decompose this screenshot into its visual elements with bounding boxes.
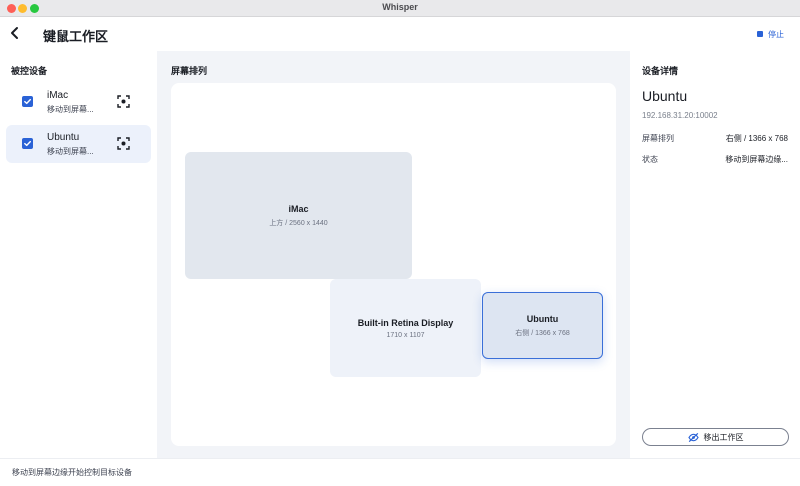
- screen-resolution: 上方 / 2560 x 1440: [269, 219, 328, 227]
- device-name: iMac: [47, 90, 69, 101]
- device-status: 移动到屏幕...: [47, 105, 94, 114]
- controlled-devices-panel: 被控设备 iMac 移动到屏幕... Ubuntu 移动到屏幕...: [0, 51, 157, 458]
- page-header: 键鼠工作区 停止: [0, 17, 800, 51]
- arrangement-canvas: iMac 上方 / 2560 x 1440 Built-in Retina Di…: [171, 83, 616, 446]
- sidebar-title: 被控设备: [11, 66, 48, 76]
- detail-value-arrangement: 右侧 / 1366 x 768: [725, 134, 788, 143]
- details-title: 设备详情: [642, 66, 679, 76]
- screen-tile-imac[interactable]: iMac 上方 / 2560 x 1440: [185, 152, 412, 279]
- device-checkbox[interactable]: [22, 96, 33, 107]
- device-details-panel: 设备详情 Ubuntu 192.168.31.20:10002 屏幕排列 右侧 …: [630, 51, 800, 458]
- focus-screen-icon[interactable]: [117, 137, 130, 150]
- screen-arrangement-panel: 屏幕排列 iMac 上方 / 2560 x 1440 Built-in Reti…: [157, 51, 630, 458]
- stop-label: 停止: [768, 29, 784, 39]
- status-bar: 移动到屏幕边缘开始控制目标设备: [0, 458, 800, 486]
- screen-tile-ubuntu[interactable]: Ubuntu 右侧 / 1366 x 768: [482, 292, 603, 359]
- checkmark-icon: [24, 98, 31, 105]
- screen-resolution: 右侧 / 1366 x 768: [515, 329, 570, 337]
- stop-button[interactable]: 停止: [757, 28, 784, 40]
- device-item-imac[interactable]: iMac 移动到屏幕...: [6, 83, 151, 121]
- screen-name: iMac: [288, 203, 309, 214]
- window-title: Whisper: [382, 2, 418, 12]
- device-status: 移动到屏幕...: [47, 147, 94, 156]
- page-title: 键鼠工作区: [43, 29, 109, 44]
- stop-icon: [757, 31, 763, 37]
- detail-ip-address: 192.168.31.20:10002: [642, 111, 718, 120]
- focus-screen-icon[interactable]: [117, 95, 130, 108]
- device-item-ubuntu[interactable]: Ubuntu 移动到屏幕...: [6, 125, 151, 163]
- checkmark-icon: [24, 140, 31, 147]
- leave-workspace-label: 移出工作区: [703, 432, 744, 442]
- arrangement-title: 屏幕排列: [171, 66, 208, 76]
- eye-off-icon: [687, 432, 699, 442]
- screen-name: Ubuntu: [526, 313, 559, 324]
- device-name: Ubuntu: [47, 132, 80, 143]
- window-titlebar: Whisper: [0, 0, 800, 17]
- detail-value-status: 移动到屏幕边缘...: [725, 155, 788, 164]
- screen-resolution: 1710 x 1107: [386, 331, 425, 339]
- back-button[interactable]: [8, 25, 22, 41]
- screen-tile-built-in-display[interactable]: Built-in Retina Display 1710 x 1107: [330, 279, 481, 377]
- screen-name: Built-in Retina Display: [357, 317, 454, 328]
- status-hint: 移动到屏幕边缘开始控制目标设备: [12, 468, 132, 477]
- detail-key-status: 状态: [642, 155, 658, 164]
- detail-device-name: Ubuntu: [642, 88, 688, 104]
- chevron-left-icon: [11, 27, 18, 39]
- device-checkbox[interactable]: [22, 138, 33, 149]
- leave-workspace-button[interactable]: 移出工作区: [642, 428, 789, 446]
- detail-key-arrangement: 屏幕排列: [642, 134, 674, 143]
